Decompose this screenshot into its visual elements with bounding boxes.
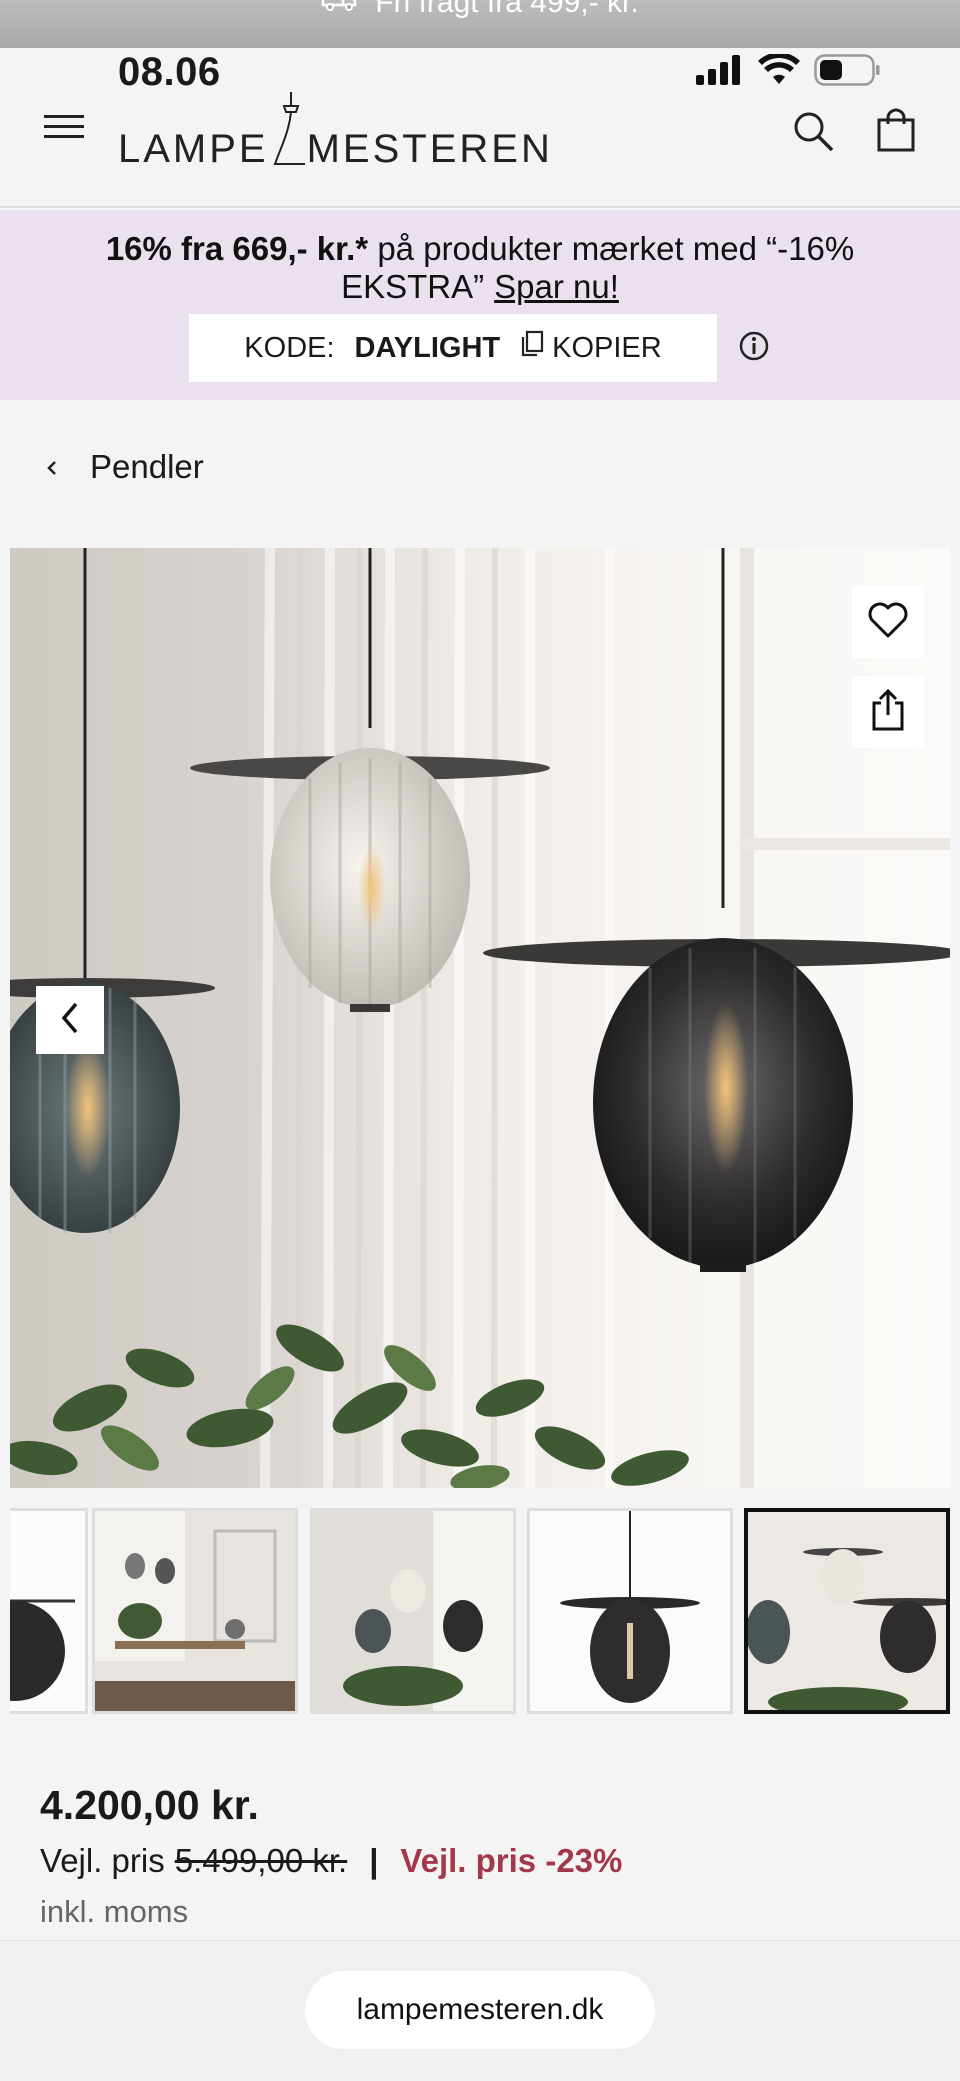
menu-icon[interactable] (44, 110, 84, 144)
thumbnail[interactable] (10, 1508, 88, 1714)
share-icon (871, 688, 905, 736)
promo-link[interactable]: Spar nu! (494, 268, 619, 305)
browser-bottom-bar: lampemesteren.dk (0, 1940, 960, 2081)
thumbnail-active[interactable] (744, 1508, 950, 1714)
info-icon[interactable] (738, 330, 770, 362)
site-header: LAMPE MESTEREN (0, 92, 960, 208)
code-value: DAYLIGHT (354, 331, 501, 364)
breadcrumb-label: Pendler (90, 448, 204, 485)
promo-text: 16% fra 669,- kr.* på produkter mærket m… (0, 230, 960, 306)
rrp-value: 5.499,00 kr. (174, 1842, 348, 1879)
status-time: 08.06 (118, 50, 221, 94)
address-bar-url: lampemesteren.dk (356, 1993, 604, 2026)
wifi-icon (758, 52, 800, 91)
discount-code-box: KODE: DAYLIGHT KOPIER (189, 314, 717, 382)
rrp-label: Vejl. pris (40, 1842, 165, 1879)
previous-image-button[interactable] (36, 986, 104, 1054)
logo-lamp-mark (269, 92, 307, 172)
promo-bold: 16% fra 669,- kr.* (105, 230, 369, 267)
copy-icon (520, 330, 544, 366)
promo-banner: 16% fra 669,- kr.* på produkter mærket m… (0, 210, 960, 400)
price-separator: | (369, 1842, 379, 1879)
recommended-price-row: Vejl. pris 5.499,00 kr. | Vejl. pris -23… (40, 1842, 622, 1880)
thumbnail-strip (10, 1508, 950, 1716)
status-bar: 08.06 (0, 48, 960, 94)
thumbnail[interactable] (527, 1508, 733, 1714)
heart-icon (867, 601, 909, 644)
favorite-button[interactable] (852, 586, 924, 658)
breadcrumb[interactable]: Pendler (44, 448, 204, 486)
vat-note: inkl. moms (40, 1894, 189, 1929)
thumbnail[interactable] (92, 1508, 298, 1714)
code-label: KODE: (244, 331, 335, 364)
address-bar[interactable]: lampemesteren.dk (305, 1971, 655, 2049)
shipping-banner: Fri fragt fra 499,- kr. (0, 0, 960, 48)
truck-icon (321, 0, 357, 21)
shipping-banner-text: Fri fragt fra 499,- kr. (375, 0, 639, 19)
discount-label: Vejl. pris -23% (400, 1842, 623, 1879)
product-image[interactable] (10, 548, 950, 1488)
battery-icon (814, 54, 880, 91)
site-logo[interactable]: LAMPE MESTEREN (118, 92, 553, 172)
copy-label: KOPIER (552, 331, 662, 364)
chevron-left-icon (59, 1000, 81, 1041)
signal-icon (696, 55, 744, 90)
product-price: 4.200,00 kr. (40, 1782, 259, 1828)
logo-text-left: LAMPE (118, 127, 269, 171)
chevron-left-icon (44, 448, 60, 486)
pendant-lamps-photo (10, 548, 950, 1488)
search-icon[interactable] (792, 110, 836, 154)
bag-icon[interactable] (876, 108, 916, 152)
thumbnail[interactable] (310, 1508, 516, 1714)
copy-code-button[interactable]: KOPIER (520, 330, 662, 366)
share-button[interactable] (852, 676, 924, 748)
logo-text-right: MESTEREN (306, 127, 553, 171)
